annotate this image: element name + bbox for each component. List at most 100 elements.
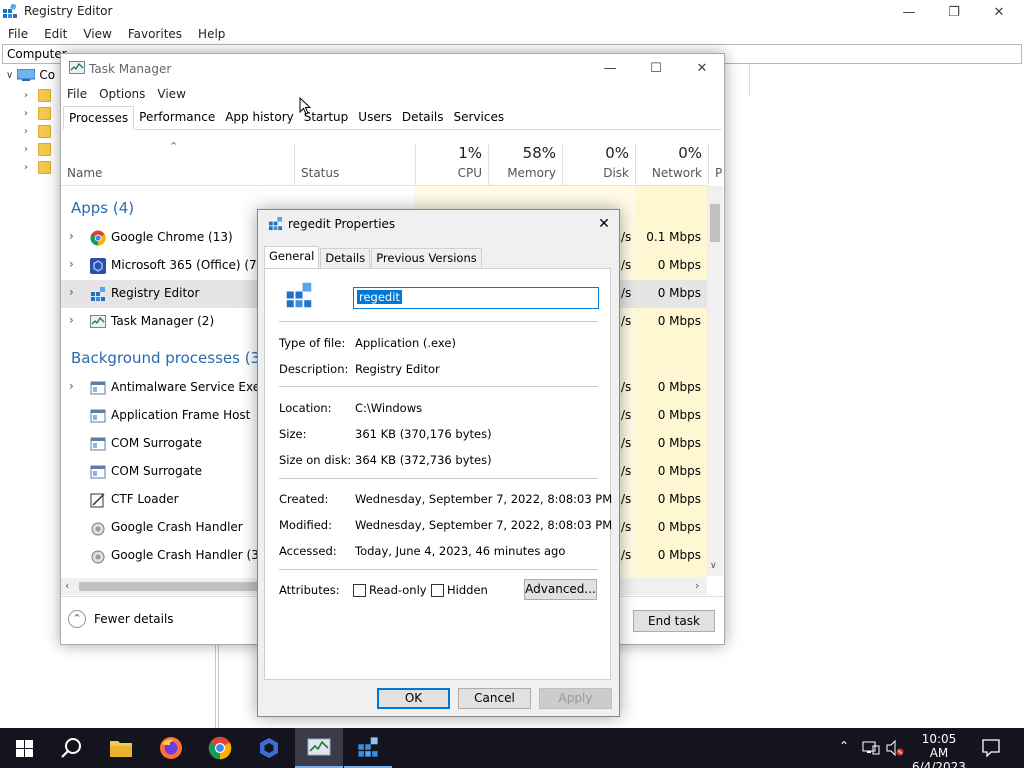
- menu-favorites[interactable]: Favorites: [120, 25, 190, 43]
- column-disk[interactable]: 0% Disk: [562, 144, 635, 186]
- tree-item[interactable]: ›: [24, 158, 51, 176]
- column-power[interactable]: P: [708, 144, 724, 186]
- vertical-scrollbar[interactable]: ∨: [707, 186, 723, 576]
- expand-down-icon[interactable]: ∨: [6, 70, 13, 81]
- disk-percent: 0%: [605, 144, 629, 162]
- fewer-details-toggle[interactable]: ⌃ Fewer details: [68, 610, 174, 628]
- attributes-label: Attributes:: [279, 583, 340, 597]
- column-memory[interactable]: 58% Memory: [488, 144, 562, 186]
- close-icon[interactable]: ✕: [591, 212, 617, 236]
- hidden-checkbox-box[interactable]: [431, 583, 444, 597]
- description-value: Registry Editor: [355, 362, 440, 376]
- sort-ascending-icon: ⌃: [169, 140, 179, 153]
- hidden-checkbox[interactable]: Hidden: [431, 583, 488, 597]
- ok-button[interactable]: OK: [377, 688, 450, 709]
- chevron-right-icon[interactable]: ›: [24, 108, 38, 119]
- taskbar: ⌃ 10:05 AM 6/4/2023: [0, 728, 1024, 768]
- maximize-button[interactable]: ☐: [633, 56, 679, 80]
- size-on-disk-value: 364 KB (372,736 bytes): [355, 453, 492, 467]
- clock-date: 6/4/2023: [912, 760, 966, 768]
- volume-muted-icon[interactable]: [886, 740, 904, 756]
- menu-file[interactable]: File: [61, 85, 93, 103]
- chevron-right-icon[interactable]: ›: [24, 126, 38, 137]
- scroll-left-icon[interactable]: ‹: [65, 579, 69, 592]
- column-name[interactable]: Name: [67, 166, 102, 180]
- readonly-checkbox-box[interactable]: [353, 583, 366, 597]
- file-name-input[interactable]: regedit: [353, 287, 599, 309]
- chevron-right-icon[interactable]: ›: [24, 162, 38, 173]
- start-button[interactable]: [0, 728, 48, 768]
- tab-app-history[interactable]: App history: [220, 106, 299, 130]
- chevron-up-icon[interactable]: ⌃: [68, 610, 86, 628]
- end-task-button[interactable]: End task: [633, 610, 715, 632]
- minimize-button[interactable]: —: [587, 56, 633, 80]
- tab-processes[interactable]: Processes: [63, 105, 135, 130]
- registry-editor-icon: [268, 216, 283, 231]
- menu-help[interactable]: Help: [190, 25, 233, 43]
- readonly-checkbox[interactable]: Read-only: [353, 583, 427, 597]
- close-button[interactable]: ✕: [976, 0, 1022, 24]
- menu-view[interactable]: View: [151, 85, 191, 103]
- menu-options[interactable]: Options: [93, 85, 151, 103]
- expand-chevron-icon[interactable]: ›: [69, 379, 74, 393]
- scrollbar-thumb[interactable]: [79, 582, 259, 591]
- scroll-right-icon[interactable]: ›: [695, 579, 699, 592]
- menu-view[interactable]: View: [75, 25, 119, 43]
- tab-users[interactable]: Users: [353, 106, 397, 130]
- size-on-disk-label: Size on disk:: [279, 453, 352, 467]
- hidden-label[interactable]: Hidden: [447, 583, 488, 597]
- file-explorer-button[interactable]: [97, 728, 145, 768]
- minimize-button[interactable]: —: [886, 0, 932, 24]
- task-manager-titlebar[interactable]: Task Manager — ☐ ✕: [61, 54, 724, 82]
- chrome-icon: [208, 736, 232, 760]
- registry-editor-taskbar-button[interactable]: [344, 728, 392, 768]
- tab-services[interactable]: Services: [449, 106, 510, 130]
- expand-chevron-icon[interactable]: ›: [69, 229, 74, 243]
- tree-item[interactable]: ›: [24, 104, 51, 122]
- registry-editor-titlebar[interactable]: Registry Editor — ❐ ✕: [0, 0, 1024, 24]
- show-hidden-icons-icon[interactable]: ⌃: [839, 739, 849, 753]
- readonly-label[interactable]: Read-only: [369, 583, 427, 597]
- search-button[interactable]: [48, 728, 96, 768]
- task-manager-taskbar-button[interactable]: [295, 728, 343, 768]
- tree-root[interactable]: ∨ Co: [6, 68, 55, 82]
- notifications-icon[interactable]: [982, 739, 1000, 757]
- tab-general[interactable]: General: [264, 245, 320, 269]
- crash-handler-icon: [91, 522, 105, 536]
- network-icon[interactable]: [862, 740, 880, 756]
- expand-chevron-icon[interactable]: ›: [69, 257, 74, 271]
- tab-details[interactable]: Details: [320, 247, 371, 269]
- restore-button[interactable]: ❐: [931, 0, 977, 24]
- tree-item[interactable]: ›: [24, 122, 51, 140]
- column-status[interactable]: Status: [294, 144, 415, 186]
- scrollbar-thumb[interactable]: [710, 204, 720, 242]
- apply-button[interactable]: Apply: [539, 688, 612, 709]
- scroll-down-icon[interactable]: ∨: [710, 561, 717, 571]
- office-button[interactable]: [245, 728, 293, 768]
- chevron-right-icon[interactable]: ›: [24, 90, 38, 101]
- advanced-button[interactable]: Advanced...: [524, 579, 597, 600]
- process-window-icon: [90, 381, 106, 395]
- tab-performance[interactable]: Performance: [134, 106, 220, 130]
- cancel-button[interactable]: Cancel: [458, 688, 531, 709]
- tab-details[interactable]: Details: [397, 106, 449, 130]
- column-network[interactable]: 0% Network: [635, 144, 708, 186]
- menu-file[interactable]: File: [0, 25, 36, 43]
- expand-chevron-icon[interactable]: ›: [69, 313, 74, 327]
- tree-item[interactable]: ›: [24, 140, 51, 158]
- menu-bar: File Options View: [61, 84, 192, 104]
- close-button[interactable]: ✕: [679, 56, 725, 80]
- tab-previous-versions[interactable]: Previous Versions: [371, 247, 482, 269]
- type-label: Type of file:: [279, 336, 346, 350]
- menu-edit[interactable]: Edit: [36, 25, 75, 43]
- tree-item[interactable]: ›: [24, 86, 51, 104]
- clock[interactable]: 10:05 AM 6/4/2023: [912, 732, 966, 768]
- firefox-button[interactable]: [147, 728, 195, 768]
- window-title: Task Manager: [89, 62, 172, 76]
- chevron-right-icon[interactable]: ›: [24, 144, 38, 155]
- fewer-details-label[interactable]: Fewer details: [94, 612, 174, 626]
- chrome-button[interactable]: [196, 728, 244, 768]
- crash-handler-icon: [91, 550, 105, 564]
- expand-chevron-icon[interactable]: ›: [69, 285, 74, 299]
- column-cpu[interactable]: 1% CPU: [415, 144, 488, 186]
